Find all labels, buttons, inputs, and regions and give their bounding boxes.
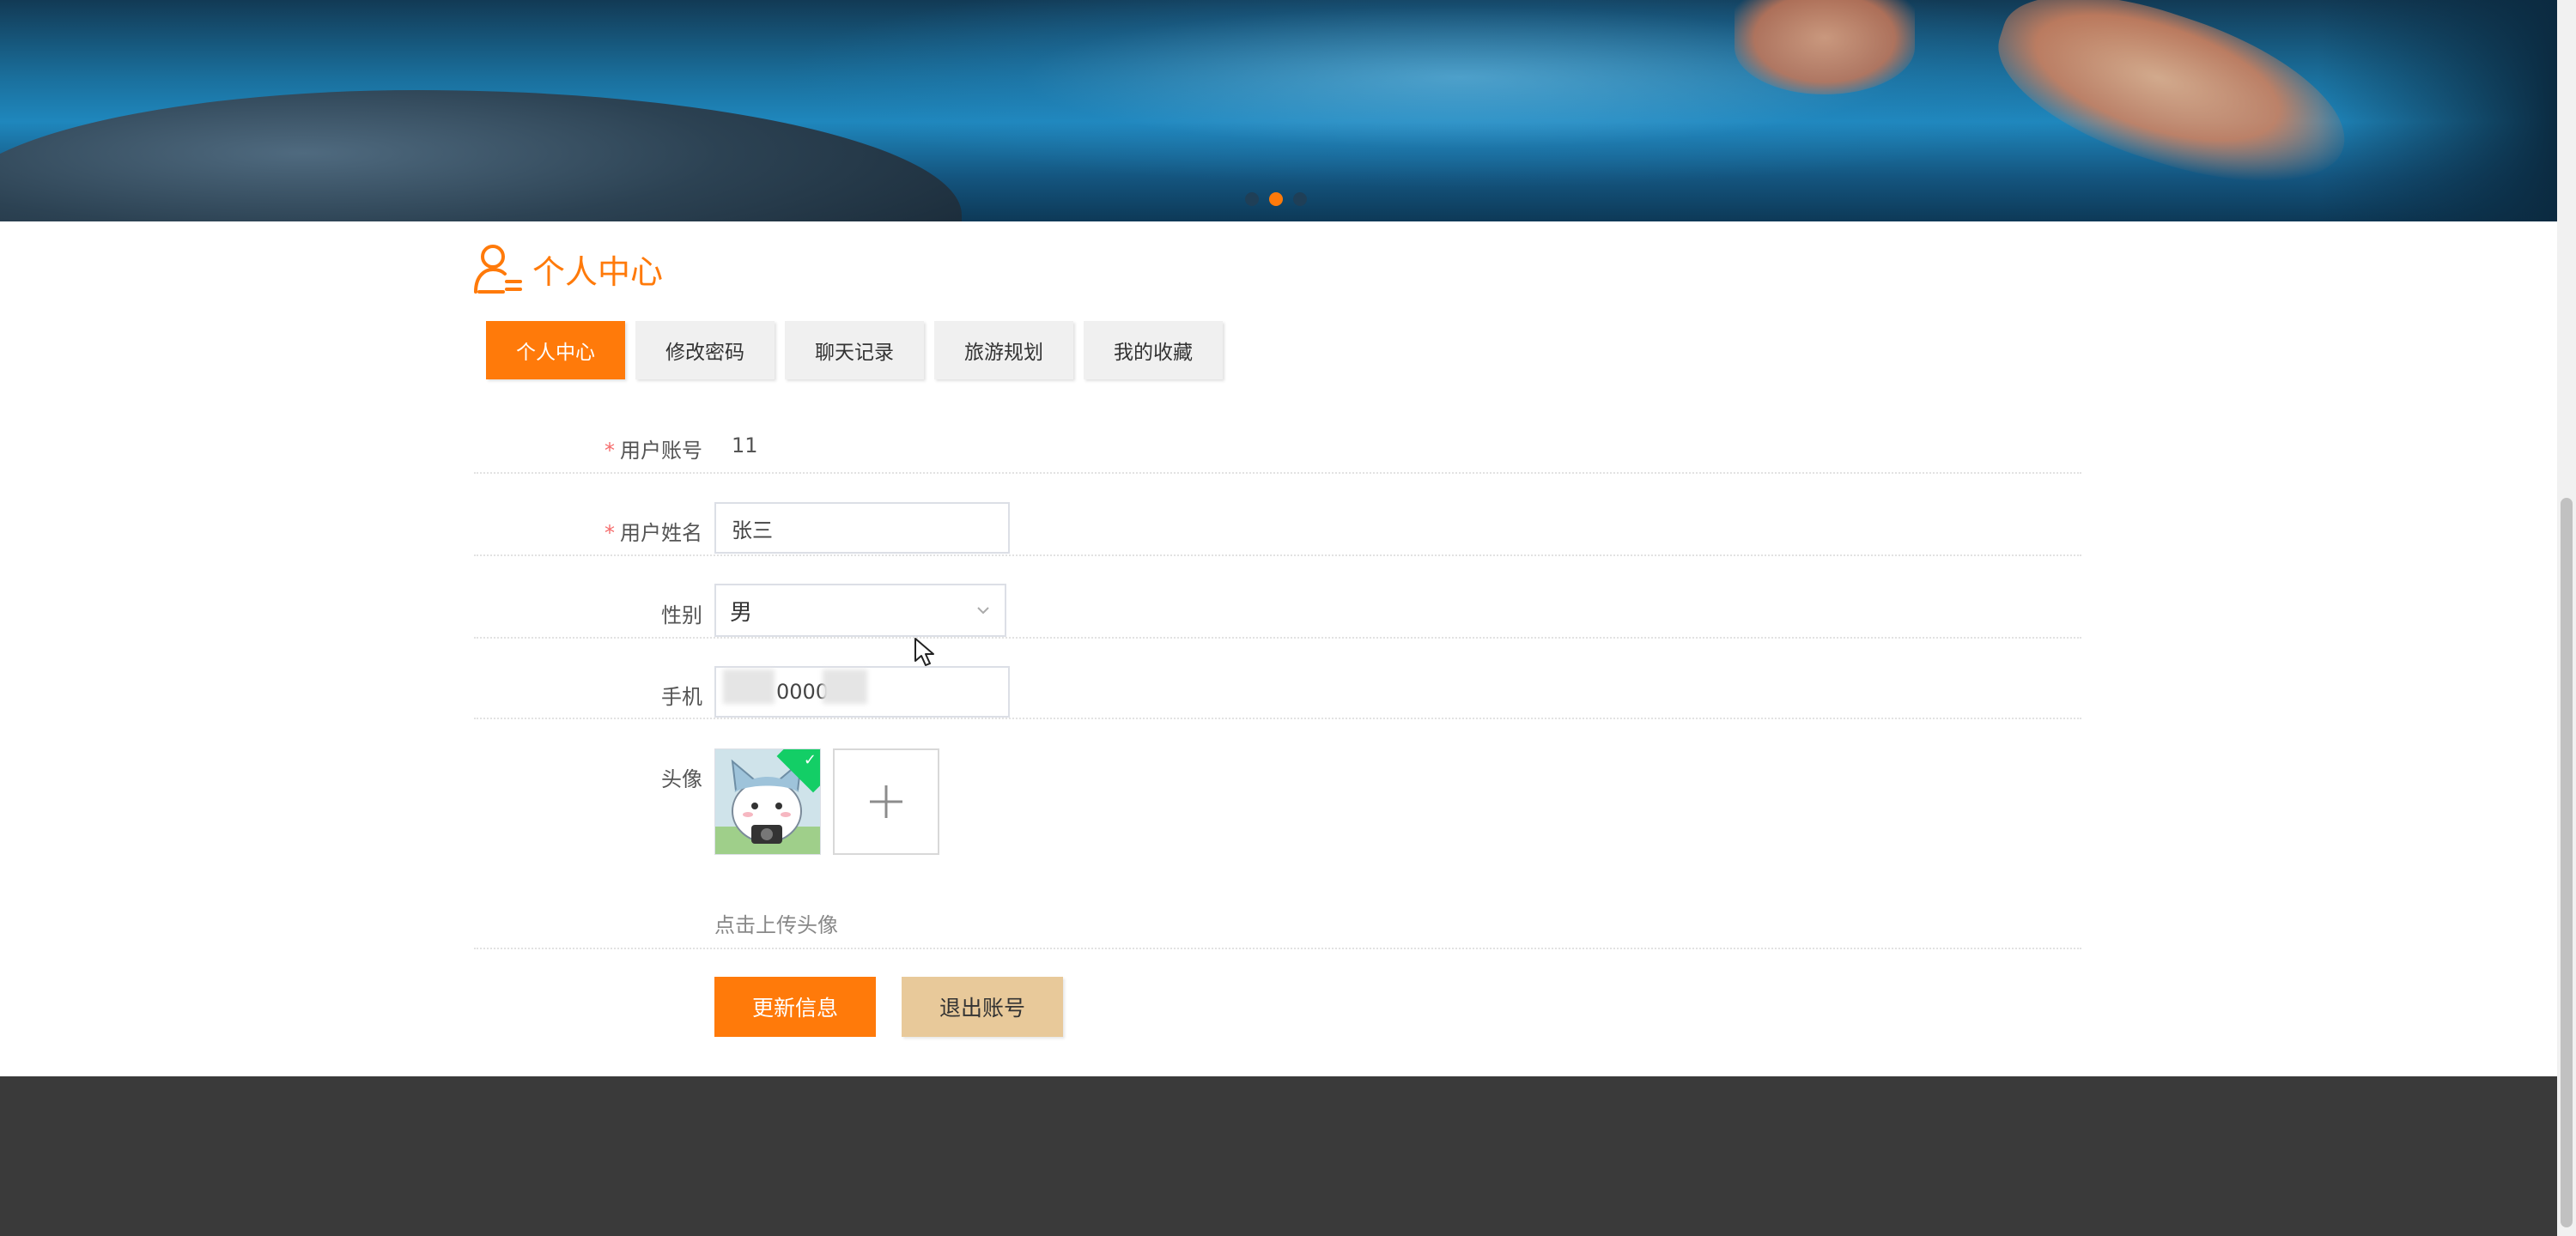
tab-profile[interactable]: 个人中心	[486, 321, 625, 379]
gender-select-value: 男	[730, 599, 753, 626]
avatar-upload-button[interactable]	[833, 748, 939, 855]
name-label: * 用户姓名	[479, 516, 702, 546]
name-input[interactable]	[714, 502, 1010, 554]
logout-button[interactable]: 退出账号	[902, 977, 1063, 1037]
scrollbar-thumb[interactable]	[2561, 498, 2573, 1227]
page-title-text: 个人中心	[532, 252, 664, 291]
check-icon: ✓	[803, 751, 817, 769]
row-divider	[474, 637, 2081, 639]
required-mark: *	[605, 521, 615, 545]
phone-redaction	[823, 670, 867, 704]
banner-hand	[1735, 0, 1915, 94]
phone-label: 手机	[661, 685, 702, 709]
gender-label: 性别	[661, 603, 702, 627]
hero-banner	[0, 0, 2557, 221]
tab-change-password[interactable]: 修改密码	[635, 321, 775, 379]
avatar-upload-tip: 点击上传头像	[714, 913, 838, 937]
tab-chat-history[interactable]: 聊天记录	[785, 321, 924, 379]
carousel-indicators	[1245, 192, 1307, 206]
row-divider	[474, 554, 2081, 556]
chevron-down-icon	[977, 607, 989, 615]
row-divider	[474, 718, 2081, 719]
update-info-button[interactable]: 更新信息	[714, 977, 876, 1037]
gender-select[interactable]: 男	[714, 584, 1006, 637]
account-value: 11	[732, 433, 758, 457]
banner-glow	[773, 0, 2147, 189]
carousel-dot[interactable]	[1245, 192, 1259, 206]
phone-redaction	[723, 670, 775, 704]
plus-icon	[870, 785, 902, 818]
carousel-dot[interactable]	[1293, 192, 1307, 206]
tab-travel-plan[interactable]: 旅游规划	[934, 321, 1073, 379]
page-title: 个人中心	[472, 242, 663, 295]
account-label: * 用户账号	[479, 433, 702, 464]
avatar-image[interactable]: ✓	[714, 748, 821, 855]
carousel-dot-active[interactable]	[1269, 192, 1283, 206]
profile-tabs: 个人中心 修改密码 聊天记录 旅游规划 我的收藏	[486, 321, 1223, 379]
avatar-label: 头像	[661, 767, 702, 791]
row-divider	[474, 948, 2081, 949]
mouse-cursor-icon	[914, 638, 934, 666]
page-footer	[0, 1076, 2557, 1236]
user-icon	[474, 245, 522, 294]
required-mark: *	[605, 439, 615, 463]
account-label-text: 用户账号	[620, 439, 702, 463]
row-divider	[474, 472, 2081, 474]
tab-favorites[interactable]: 我的收藏	[1084, 321, 1223, 379]
name-label-text: 用户姓名	[620, 521, 702, 545]
banner-shade	[2318, 0, 2557, 221]
